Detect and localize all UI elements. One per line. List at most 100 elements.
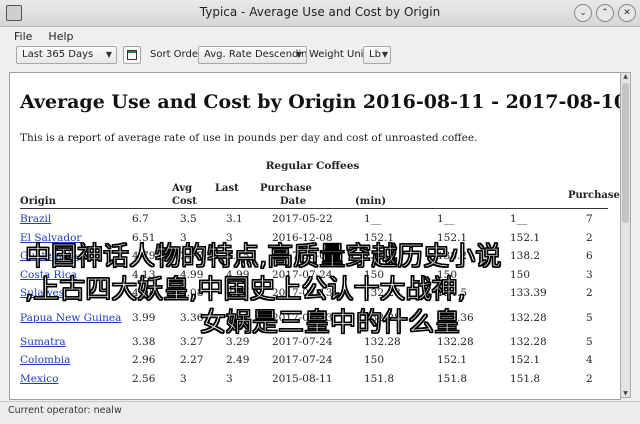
minimize-button[interactable]: ⌄ [574, 4, 592, 22]
cell-rate: 3.99 [132, 311, 156, 324]
scroll-down-icon[interactable]: ▼ [621, 390, 630, 397]
cell-c5: 150 [364, 354, 385, 367]
cell-avg: 2.27 [180, 354, 204, 367]
cell-date: 2017-07-24 [272, 335, 333, 348]
header-min: (min) [355, 196, 387, 207]
weight-unit-value: Lb [369, 49, 381, 60]
cell-purchases: 5 [586, 335, 593, 348]
origin-link[interactable]: El Salvador [20, 232, 81, 244]
cell-avg: 3.36 [180, 311, 204, 324]
chevron-down-icon: ▼ [105, 50, 112, 59]
cell-c6: 132.36 [437, 311, 474, 324]
cell-avg: 3.5 [180, 213, 197, 226]
cell-c6: 151.8 [437, 372, 468, 385]
cell-c7: 133.39 [510, 287, 547, 300]
chevron-down-icon: ▼ [381, 50, 388, 59]
cell-purchases: 5 [586, 311, 593, 324]
cell-avg: 2.77 [180, 250, 204, 263]
header-purchases: Purchases [568, 190, 621, 201]
header-last: Last [215, 183, 239, 194]
cell-c7: 152.1 [510, 231, 541, 244]
origin-link[interactable]: Colombia [20, 354, 70, 366]
cell-date: 2016-12-08 [272, 231, 333, 244]
cell-cost: 2.81 [226, 311, 250, 324]
window-title: Typica - Average Use and Cost by Origin [199, 5, 441, 19]
cell-origin[interactable]: Mexico [18, 370, 130, 389]
origin-link[interactable]: Mexico [20, 373, 58, 385]
cell-cost: 2.97 [226, 287, 250, 300]
maximize-button[interactable]: ⌃ [596, 4, 614, 22]
cell-purchases: 2 [586, 231, 593, 244]
header-purchase: Purchase [260, 183, 312, 194]
chevron-down-icon: ⌄ [579, 7, 587, 18]
weight-unit-select[interactable]: Lb ▼ [363, 46, 391, 64]
table-row: Sumatra 3.38 3.27 3.29 2017-07-24 132.28 132.2… [18, 333, 608, 352]
table-row: Colombia 2.96 2.27 2.49 2017-07-24 150 152.1 15… [18, 351, 608, 370]
cell-c5: 132.28 [364, 335, 401, 348]
cell-rate: 4.79 [132, 250, 156, 263]
cell-avg: 3 [180, 231, 187, 244]
menu-help[interactable]: Help [48, 30, 73, 43]
cell-c7: 132.28 [510, 311, 547, 324]
cell-date: 2017-07-24 [272, 354, 333, 367]
calendar-button[interactable] [123, 46, 141, 64]
header-date: Date [280, 196, 307, 207]
cell-c6: 152.1 [437, 231, 468, 244]
cell-cost: 3 [226, 231, 233, 244]
cell-c5: 1__ [364, 213, 382, 226]
header-origin: Origin [20, 196, 56, 207]
cell-origin[interactable]: Sumatra [18, 333, 130, 352]
window-controls: ⌄ ⌃ ✕ [574, 4, 636, 22]
table-header: Origin Avg Cost Last Purchase Date (min)… [20, 176, 620, 209]
cell-cost: 3 [226, 372, 233, 385]
cell-origin[interactable]: Colombia [18, 351, 130, 370]
cell-purchases: 2 [586, 372, 593, 385]
cell-c6: 152.1 [437, 354, 468, 367]
vertical-scrollbar[interactable]: ▲ ▼ [620, 72, 631, 398]
cell-avg: 4.99 [180, 268, 204, 281]
cell-cost: 3.1 [226, 213, 243, 226]
origin-link[interactable]: Sumatra [20, 336, 66, 348]
cell-origin[interactable]: Brazil [18, 210, 130, 229]
table-row: Costa Rica 4.13 4.99 4.99 2017-07-24 150 150 15… [18, 266, 608, 285]
cell-rate: 6.7 [132, 213, 149, 226]
report-title: Average Use and Cost by Origin 2016-08-1… [20, 91, 621, 113]
scroll-up-icon[interactable]: ▲ [621, 73, 630, 80]
title-bar: Typica - Average Use and Cost by Origin … [0, 0, 640, 27]
sort-order-select[interactable]: Avg. Rate Descending ▼ [198, 46, 307, 64]
close-button[interactable]: ✕ [618, 4, 636, 22]
cell-c5: 132.28 [364, 311, 401, 324]
cell-c6: 138.2 [437, 250, 468, 263]
scrollbar-thumb[interactable] [622, 83, 629, 223]
data-table: Brazil 6.7 3.5 3.1 2017-05-22 1__ 1__ 1__ 7 El Sa… [18, 210, 608, 388]
origin-link[interactable]: Sulawesi [20, 287, 68, 299]
cell-cost: 2.75 [226, 250, 250, 263]
menu-file[interactable]: File [14, 30, 32, 43]
cell-rate: 4.08 [132, 287, 156, 300]
cell-c7: 152.1 [510, 354, 541, 367]
date-range-value: Last 365 Days [22, 49, 94, 60]
cell-purchases: 4 [586, 354, 593, 367]
cell-origin[interactable]: El Salvador [18, 229, 130, 248]
table-row: El Salvador 6.51 3 3 2016-12-08 152.1 152.1 152… [18, 229, 608, 248]
origin-link[interactable]: Guatemala [20, 250, 78, 262]
chevron-up-icon: ⌃ [601, 7, 609, 18]
cell-origin[interactable]: Costa Rica [18, 266, 130, 285]
origin-link[interactable]: Brazil [20, 213, 51, 225]
status-bar: Current operator: nealw [0, 401, 640, 424]
cell-origin[interactable]: Papua New Guinea [18, 303, 130, 333]
cell-cost: 2.49 [226, 354, 250, 367]
origin-link[interactable]: Papua New Guinea [20, 312, 121, 324]
cell-rate: 2.56 [132, 372, 156, 385]
cell-c7: 138.2 [510, 250, 541, 263]
cell-origin[interactable]: Sulawesi [18, 284, 130, 303]
report-view[interactable]: Average Use and Cost by Origin 2016-08-1… [9, 72, 621, 400]
cell-purchases: 6 [586, 250, 593, 263]
cell-avg: 3.08 [180, 287, 204, 300]
header-cost: Cost [172, 196, 197, 207]
cell-origin[interactable]: Guatemala [18, 247, 130, 266]
cell-c5: 150 [364, 268, 385, 281]
origin-link[interactable]: Costa Rica [20, 269, 77, 281]
date-range-select[interactable]: Last 365 Days ▼ [16, 46, 117, 64]
close-icon: ✕ [623, 7, 631, 18]
